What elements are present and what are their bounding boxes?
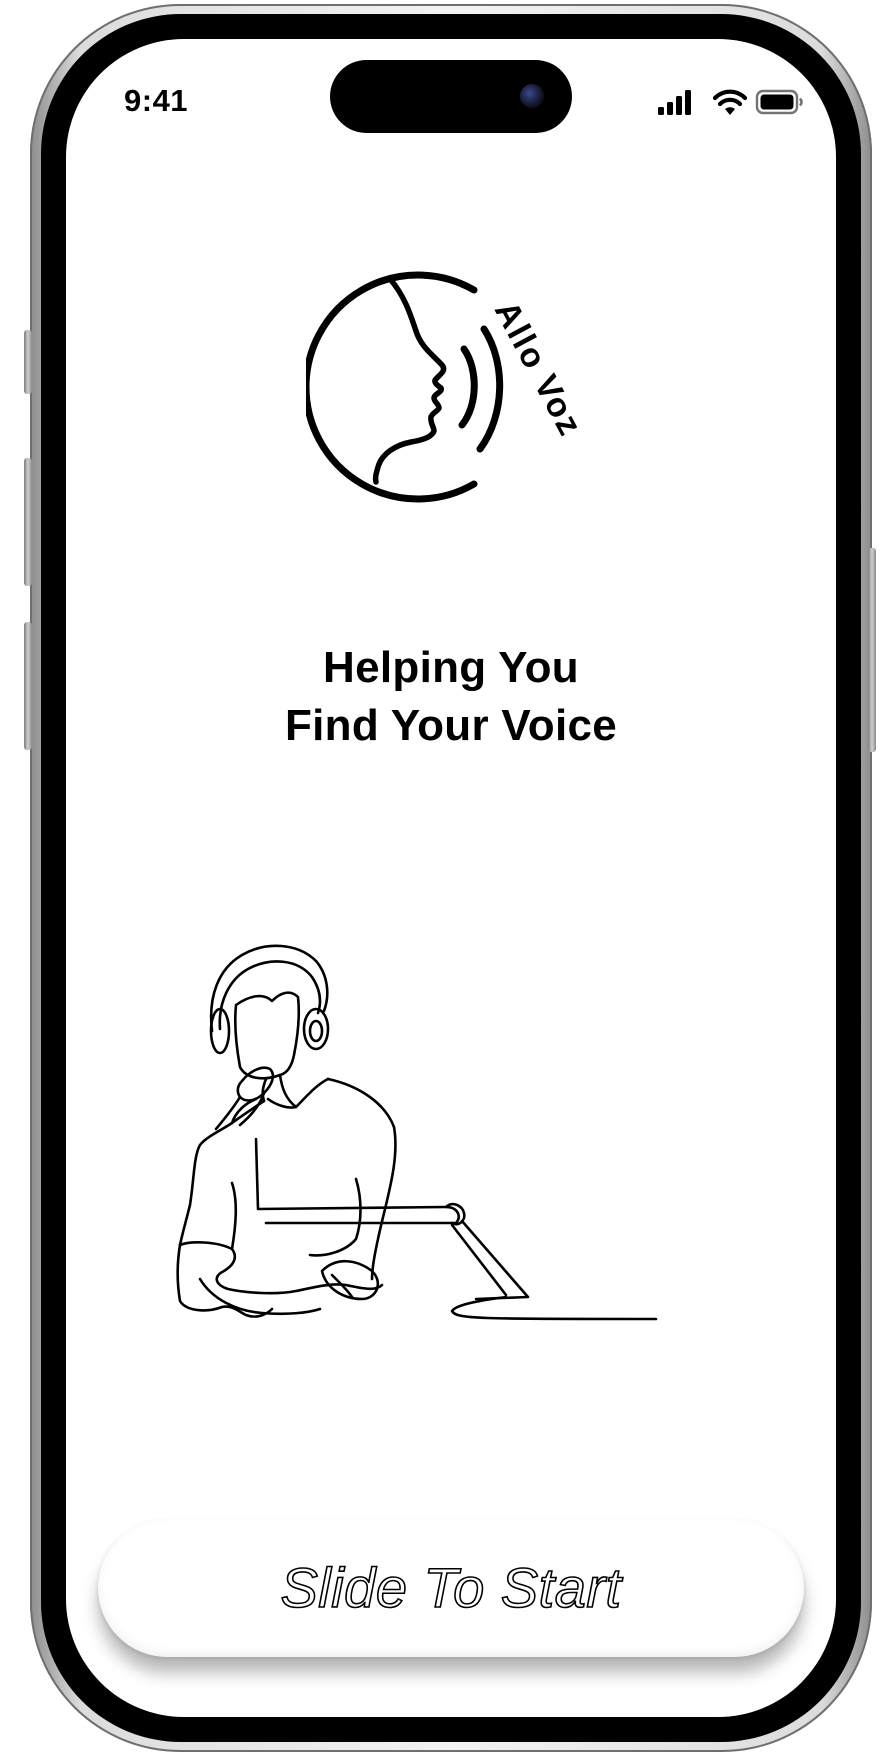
speaking-head-icon bbox=[306, 271, 504, 503]
camera-icon bbox=[520, 84, 544, 108]
slide-to-start-button[interactable]: Slide To Start bbox=[98, 1519, 804, 1657]
headline-line-2: Find Your Voice bbox=[284, 701, 618, 750]
dynamic-island bbox=[330, 60, 572, 133]
status-icons bbox=[658, 89, 803, 115]
app-screen: 9:41 Allo Voz Helping You Find Your Voic… bbox=[66, 39, 836, 1717]
allo-voz-logo: Allo Voz bbox=[306, 271, 586, 503]
action-button bbox=[24, 330, 32, 394]
podcaster-line-art-icon bbox=[176, 944, 658, 1321]
headline-line-1: Helping You bbox=[323, 643, 579, 692]
wifi-icon bbox=[712, 89, 748, 115]
slide-to-start-label: Slide To Start bbox=[280, 1555, 622, 1620]
power-button bbox=[868, 548, 876, 752]
battery-icon bbox=[755, 89, 803, 115]
volume-down-button bbox=[24, 622, 32, 750]
status-time: 9:41 bbox=[124, 83, 189, 118]
device-mockup: 9:41 Allo Voz Helping You Find Your Voic… bbox=[0, 0, 890, 1758]
cellular-signal-icon bbox=[658, 90, 691, 115]
volume-up-button bbox=[24, 458, 32, 586]
